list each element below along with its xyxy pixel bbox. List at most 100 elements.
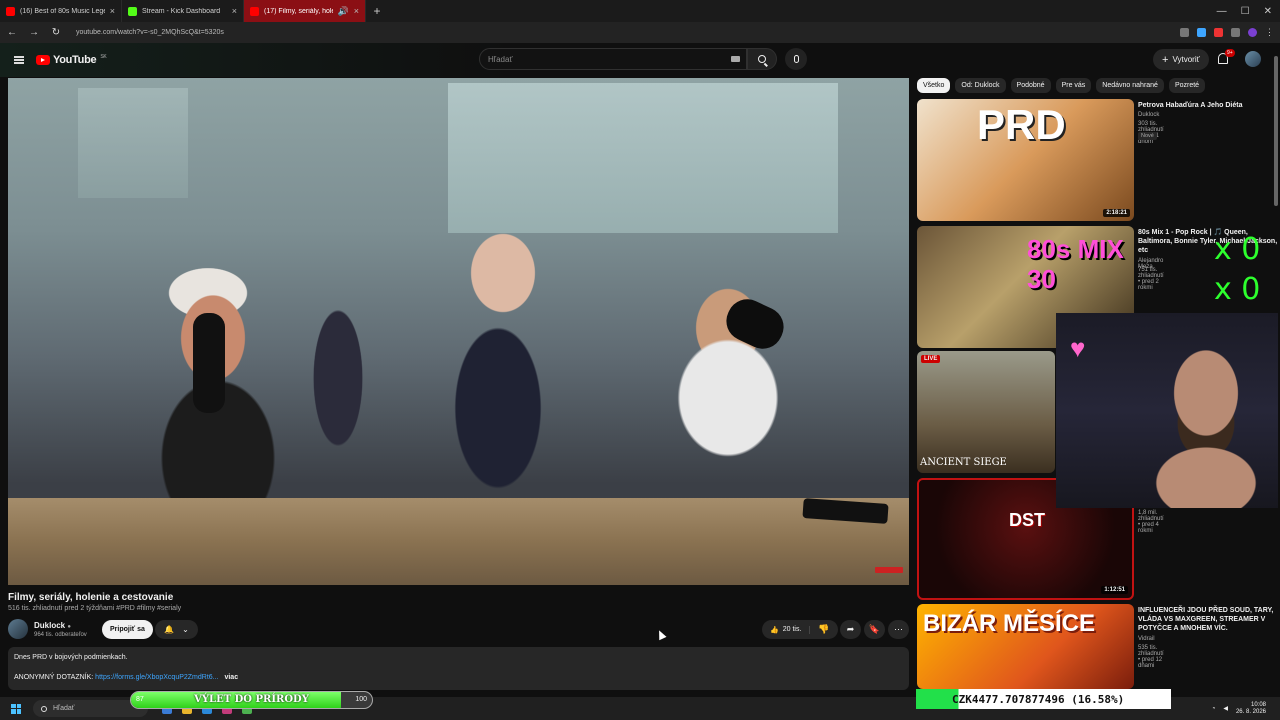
create-label: Vytvoriť <box>1172 55 1200 64</box>
like-button[interactable]: 👍 20 tis. <box>762 625 811 634</box>
bus-window <box>448 83 838 233</box>
close-tab-icon[interactable]: × <box>110 6 115 16</box>
thumbnail-text: DST <box>1009 510 1045 530</box>
show-more-link[interactable]: viac <box>224 674 238 681</box>
profile-icon[interactable] <box>1248 28 1257 37</box>
stream-goal-progress-bar: 87 VÝLET DO PRÍRODY 100 <box>130 691 373 709</box>
close-window-icon[interactable]: ✕ <box>1264 6 1272 17</box>
video-description[interactable]: Dnes PRD v bojových podmienkach. ANONYMN… <box>8 647 909 690</box>
channel-name-text: Duklock <box>34 621 66 630</box>
speaker-icon[interactable]: 🔊 <box>338 6 349 17</box>
wifi-icon[interactable]: ◔ <box>1212 706 1216 712</box>
browser-tab-bar: (16) Best of 80s Music Legends × Stream … <box>0 0 1280 22</box>
subscription-bell-button[interactable]: 🔔 ⌄ <box>155 620 198 639</box>
clock-date: 26. 8. 2026 <box>1235 708 1266 715</box>
browser-tab-3-active[interactable]: (17) Filmy, seriály, holenie a 🔊 × <box>244 0 366 22</box>
keyboard-icon[interactable] <box>731 56 740 62</box>
maximize-icon[interactable]: ☐ <box>1241 6 1250 17</box>
description-prefix: ANONYMNÝ DOTAZNÍK: <box>14 674 94 681</box>
goal-label: VÝLET DO PRÍRODY <box>194 694 309 705</box>
tab-title: (17) Filmy, seriály, holenie a <box>264 7 333 15</box>
search-input[interactable]: Hľadať <box>479 48 747 70</box>
youtube-logo[interactable]: YouTube SK <box>36 54 107 66</box>
voice-search-button[interactable] <box>785 48 807 70</box>
chip-watched[interactable]: Pozreté <box>1168 78 1206 93</box>
chip-recently-uploaded[interactable]: Nedávno nahrané <box>1096 78 1164 93</box>
minimize-icon[interactable]: — <box>1217 6 1227 17</box>
chip-similar[interactable]: Podobné <box>1010 78 1051 93</box>
thumbnail-text: 80s MIX 30 <box>1027 234 1124 294</box>
back-icon[interactable]: ← <box>6 27 18 38</box>
currency-ticker-text: CZK4477.707877496 (16.58%) <box>952 692 1125 706</box>
join-button[interactable]: Pripojiť sa <box>102 620 153 639</box>
recommendation-channel[interactable]: Duklock <box>1138 112 1159 118</box>
system-clock[interactable]: 10:08 26. 8. 2026 <box>1236 702 1266 716</box>
search-button[interactable] <box>747 48 777 70</box>
url-text: youtube.com/watch?v=-s0_2MQhScQ&t=5320s <box>76 29 224 36</box>
currency-ticker-overlay: CZK4477.707877496 (16.58%) <box>916 689 1171 709</box>
chip-for-you[interactable]: Pre vás <box>1055 78 1092 93</box>
system-tray: ◔ ◀ 10:08 26. 8. 2026 <box>1212 702 1280 716</box>
recommendation-meta: 535 tis. zhliadnutí • pred 12 dňami <box>1138 645 1164 669</box>
share-icon: ➦ <box>846 624 855 634</box>
volume-icon[interactable]: ◀ <box>1223 705 1228 712</box>
browser-tab-1[interactable]: (16) Best of 80s Music Legends × <box>0 0 122 22</box>
bookmark-icon: 🔖 <box>868 624 881 634</box>
description-link[interactable]: https://forms.gle/XbopXcquP2ZmdRt6... <box>95 674 218 681</box>
page-scrollbar[interactable] <box>1273 44 1279 694</box>
video-thumbnail[interactable]: PRD 2:18:21 <box>917 99 1134 221</box>
forward-icon[interactable]: → <box>28 27 40 38</box>
more-actions-button[interactable]: ⋯ <box>888 620 909 639</box>
thumbnail-text: PRD <box>977 101 1066 148</box>
like-count: 20 tis. <box>782 626 802 633</box>
save-button[interactable]: 🔖 <box>864 620 885 639</box>
recommendation-title[interactable]: INFLUENCEŘI JDOU PŘED SOUD, TARY, VLÁDA … <box>1138 606 1278 633</box>
scrollbar-thumb[interactable] <box>1274 56 1278 206</box>
tab-title: Stream - Kick Dashboard <box>142 7 221 15</box>
video-thumbnail[interactable]: LIVE ANCIENT SIEGE <box>917 351 1055 473</box>
duration-badge: 2:18:21 <box>1103 209 1130 217</box>
browser-tab-2[interactable]: Stream - Kick Dashboard × <box>122 0 244 22</box>
video-player[interactable] <box>8 78 909 585</box>
streamer-webcam-overlay: ♥ <box>1056 313 1278 508</box>
logo-text: YouTube <box>53 54 97 66</box>
share-button[interactable]: ➦ <box>840 620 861 639</box>
channel-name[interactable]: Duklock ● <box>34 621 71 630</box>
live-badge: LIVE <box>921 355 941 363</box>
region-code: SK <box>100 54 107 60</box>
video-thumbnail[interactable]: BIZÁR MĚSÍCE <box>917 604 1134 689</box>
extension-icon[interactable] <box>1214 28 1223 37</box>
recommendation-title[interactable]: Petrova Habaďúra A Jeho Diéta <box>1138 101 1278 110</box>
extension-icon[interactable] <box>1231 28 1240 37</box>
avatar[interactable] <box>1245 51 1261 67</box>
recommendation-channel[interactable]: Vidrail <box>1138 636 1155 642</box>
close-tab-icon[interactable]: × <box>232 6 237 16</box>
podcast-microphone <box>193 313 225 413</box>
url-field[interactable]: youtube.com/watch?v=-s0_2MQhScQ&t=5320s <box>72 25 1072 40</box>
extension-icon[interactable] <box>1197 28 1206 37</box>
search-icon <box>758 55 766 63</box>
thumbnail-text: ANCIENT SIEGE <box>920 457 1007 468</box>
subscriber-count: 964 tis. odberateľov <box>34 632 87 638</box>
new-tab-button[interactable]: + <box>366 4 388 18</box>
reload-icon[interactable]: ↻ <box>50 27 62 38</box>
menu-dots-icon[interactable]: ⋮ <box>1265 28 1274 37</box>
extensions-area: ⋮ <box>1180 28 1274 37</box>
chip-all[interactable]: Všetko <box>917 78 951 93</box>
youtube-favicon-icon <box>250 6 259 16</box>
search-placeholder: Hľadať <box>488 54 513 64</box>
dislike-button[interactable]: 👎 <box>810 624 837 635</box>
channel-avatar[interactable] <box>8 619 28 639</box>
thumbs-down-icon: 👎 <box>818 624 830 634</box>
goal-target: 100 <box>355 696 367 703</box>
windows-start-icon[interactable] <box>11 703 21 714</box>
hamburger-menu-icon[interactable] <box>14 56 24 64</box>
window-controls: — ☐ ✕ <box>1217 6 1280 17</box>
create-button[interactable]: + Vytvoriť <box>1153 49 1209 70</box>
notification-badge: 9+ <box>1225 49 1235 57</box>
kick-favicon-icon <box>128 6 137 16</box>
chip-from-channel[interactable]: Od: Duklock <box>955 78 1006 93</box>
close-tab-icon[interactable]: × <box>354 6 359 16</box>
extension-icon[interactable] <box>1180 28 1189 37</box>
microphone-icon <box>793 55 799 63</box>
